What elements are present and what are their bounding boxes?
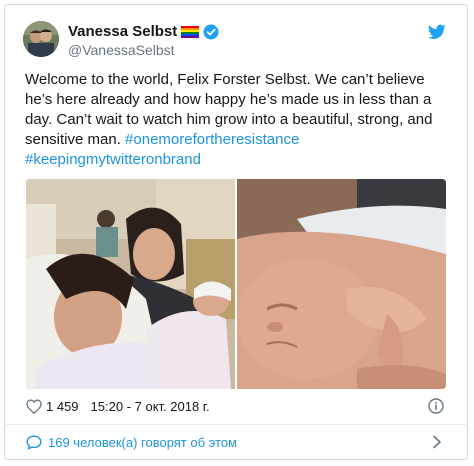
twitter-bird-icon[interactable] xyxy=(427,24,446,40)
rainbow-flag-icon xyxy=(181,26,200,38)
author-handle[interactable]: @VanessaSelbst xyxy=(68,42,175,58)
heart-icon[interactable] xyxy=(26,398,42,414)
discussion-link[interactable]: 169 человек(а) говорят об этом xyxy=(26,432,237,452)
hashtag-link[interactable]: #keepingmytwitteronbrand xyxy=(25,151,201,168)
verified-badge-icon xyxy=(203,24,219,40)
speech-bubble-icon xyxy=(26,434,42,450)
mother-with-partner-and-newborn-photo[interactable] xyxy=(26,179,235,389)
hashtag-link[interactable]: #onemorefortheresistance xyxy=(125,131,299,148)
avatar[interactable] xyxy=(23,21,59,57)
discussion-label[interactable]: 169 человек(а) говорят об этом xyxy=(48,435,237,450)
info-icon[interactable] xyxy=(428,398,444,414)
tweet-text: Welcome to the world, Felix Forster Selb… xyxy=(25,70,455,170)
sleeping-newborn-closeup-photo[interactable] xyxy=(237,179,446,389)
divider xyxy=(4,424,468,425)
media-grid xyxy=(26,179,446,389)
tweet-meta: 1 459 15:20 - 7 окт. 2018 г. xyxy=(26,396,450,416)
author-name[interactable]: Vanessa Selbst xyxy=(68,23,177,41)
like-count[interactable]: 1 459 xyxy=(46,399,79,414)
chevron-right-icon[interactable] xyxy=(432,435,442,449)
tweet-timestamp[interactable]: 15:20 - 7 окт. 2018 г. xyxy=(91,399,210,414)
author-name-row[interactable]: Vanessa Selbst xyxy=(68,23,219,41)
